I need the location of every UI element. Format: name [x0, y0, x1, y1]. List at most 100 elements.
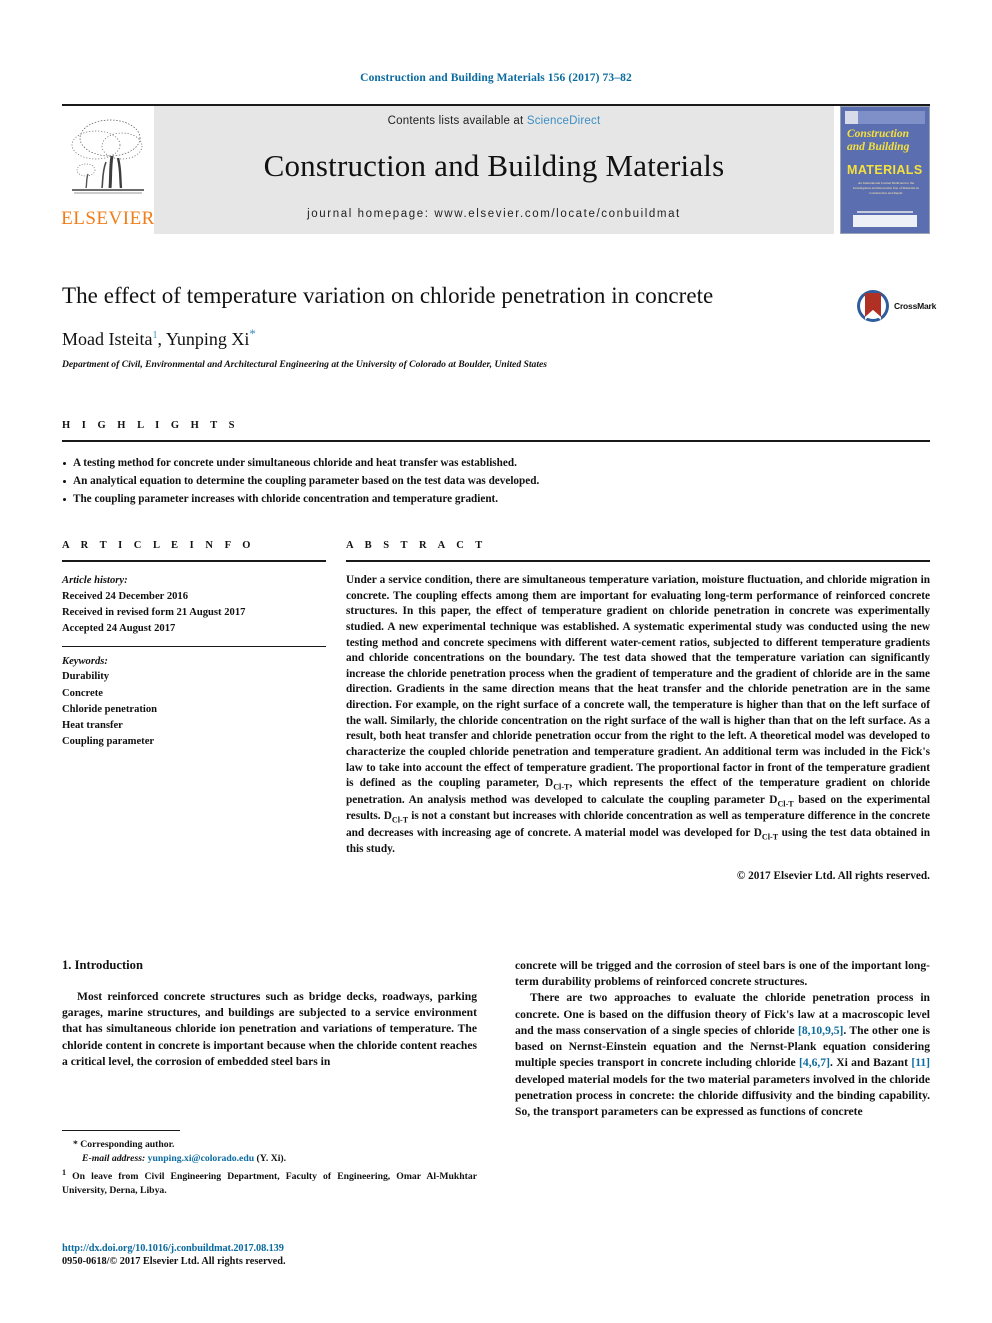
keyword-item: Durability — [62, 671, 110, 683]
contents-prefix: Contents lists available at — [387, 115, 527, 127]
cover-blurb: An International Journal Dedicated to th… — [853, 181, 919, 195]
crossmark-badge[interactable]: CrossMark — [856, 288, 940, 324]
crossmark-icon — [857, 290, 889, 322]
abstract-copyright: © 2017 Elsevier Ltd. All rights reserved… — [736, 870, 930, 883]
author-name-2: Yunping Xi — [165, 328, 250, 349]
keywords-list: Durability Concrete Chloride penetration… — [62, 669, 326, 749]
history-accepted: Accepted 24 August 2017 — [62, 622, 176, 634]
journal-title: Construction and Building Materials — [263, 148, 725, 183]
highlights-section: H I G H L I G H T S A testing method for… — [62, 420, 930, 508]
elsevier-logo: ELSEVIER — [61, 106, 155, 234]
journal-masthead: ELSEVIER Contents lists available at Sci… — [61, 104, 930, 234]
symbol-subscript: Cl-T — [777, 799, 794, 809]
history-received: Received 24 December 2016 — [62, 590, 189, 602]
keyword-item: Heat transfer — [62, 719, 123, 731]
journal-homepage-link[interactable]: journal homepage: www.elsevier.com/locat… — [307, 208, 681, 220]
cover-divider — [857, 211, 913, 213]
list-item: An analytical equation to determine the … — [62, 472, 930, 490]
symbol-base: D — [383, 810, 392, 823]
footnote-note-1: 1 On leave from Civil Engineering Depart… — [62, 1167, 477, 1199]
running-head: Construction and Building Materials 156 … — [360, 72, 632, 84]
journal-article-page: Construction and Building Materials 156 … — [0, 0, 992, 1323]
footnotes-block: * Corresponding author. E-mail address: … — [62, 1130, 477, 1199]
author-list: Moad Isteita1, Yunping Xi* — [62, 326, 930, 350]
journal-cover-thumbnail[interactable]: Construction and Building MATERIALS An I… — [840, 106, 930, 234]
journal-banner: Contents lists available at ScienceDirec… — [154, 106, 834, 234]
keyword-item: Chloride penetration — [62, 703, 158, 715]
keywords-label: Keywords: — [62, 655, 108, 667]
footnote-1-text: On leave from Civil Engineering Departme… — [62, 1170, 478, 1197]
issn-copyright-line: 0950-0618/© 2017 Elsevier Ltd. All right… — [62, 1256, 286, 1267]
cover-elsevier-mark — [845, 111, 858, 124]
corresponding-author-marker[interactable]: * — [249, 326, 256, 341]
list-item: A testing method for concrete under simu… — [62, 454, 930, 472]
symbol-subscript: Cl-T — [553, 782, 570, 792]
symbol-subscript: Cl-T — [761, 832, 779, 842]
footnote-1-marker: 1 — [62, 1167, 67, 1177]
symbol-base: D — [545, 777, 554, 790]
affiliation: Department of Civil, Environmental and A… — [62, 358, 547, 370]
citation-link[interactable]: [8,10,9,5] — [798, 1024, 843, 1037]
cover-title: Construction and Building — [845, 128, 925, 154]
highlights-heading: H I G H L I G H T S — [62, 420, 240, 431]
paragraph: Most reinforced concrete structures such… — [62, 990, 477, 1068]
article-history-label: Article history: — [62, 575, 128, 586]
cover-footer-bar — [853, 215, 917, 227]
section-heading-introduction: 1. Introduction — [62, 958, 143, 972]
highlights-list: A testing method for concrete under simu… — [62, 454, 930, 508]
footnote-email-line: E-mail address: yunping.xi@colorado.edu … — [62, 1152, 477, 1166]
cover-title-line1: Construction — [847, 128, 909, 140]
keywords-block: Keywords: Durability Concrete Chloride p… — [62, 645, 326, 750]
email-link[interactable]: yunping.xi@colorado.edu — [148, 1153, 254, 1164]
crossmark-label: CrossMark — [894, 301, 937, 311]
symbol-subscript: Cl-T — [391, 815, 409, 825]
keywords-divider — [62, 645, 326, 647]
abstract-section: A B S T R A C T Under a service conditio… — [326, 540, 930, 882]
abstract-part-1: Under a service condition, there are sim… — [346, 574, 930, 790]
email-label: E-mail address: — [82, 1153, 146, 1165]
footnote-divider — [62, 1130, 180, 1131]
cover-title-line3: MATERIALS — [847, 163, 923, 177]
elsevier-wordmark: ELSEVIER — [61, 208, 155, 229]
paragraph: There are two approaches to evaluate the… — [515, 990, 930, 1120]
symbol-base: D — [753, 826, 762, 839]
page-footer: http://dx.doi.org/10.1016/j.conbuildmat.… — [62, 1243, 562, 1267]
coupling-symbol: DCl-T — [753, 826, 779, 842]
info-abstract-row: A R T I C L E I N F O Article history: R… — [62, 540, 930, 882]
body-column-right: concrete will be trigged and the corrosi… — [515, 958, 930, 1120]
list-item: The coupling parameter increases with ch… — [62, 490, 930, 508]
highlights-divider — [62, 440, 930, 442]
paragraph-part: developed material models for the two ma… — [515, 1072, 930, 1118]
article-history-block: Article history: Received 24 December 20… — [62, 573, 326, 637]
citation-link[interactable]: [4,6,7] — [799, 1056, 830, 1069]
coupling-symbol: DCl-T — [383, 810, 409, 825]
page-title: The effect of temperature variation on c… — [62, 283, 714, 308]
cover-title-line2: and Building — [847, 140, 910, 153]
elsevier-tree-icon — [71, 119, 144, 194]
paragraph: concrete will be trigged and the corrosi… — [515, 959, 930, 989]
coupling-symbol: DCl-T — [545, 777, 570, 792]
author-name-1: Moad Isteita — [62, 328, 153, 349]
article-info-heading: A R T I C L E I N F O — [62, 540, 255, 551]
keyword-item: Coupling parameter — [62, 735, 155, 747]
keyword-item: Concrete — [62, 687, 103, 699]
doi-link[interactable]: http://dx.doi.org/10.1016/j.conbuildmat.… — [62, 1243, 562, 1254]
body-column-left: 1. Introduction Most reinforced concrete… — [62, 958, 477, 1120]
email-suffix: (Y. Xi). — [256, 1153, 287, 1165]
history-revised: Received in revised form 21 August 2017 — [62, 606, 246, 618]
abstract-text: Under a service condition, there are sim… — [346, 573, 930, 858]
coupling-symbol: DCl-T — [769, 794, 794, 809]
footnote-corresponding-text: * Corresponding author. — [73, 1139, 175, 1150]
title-block: The effect of temperature variation on c… — [62, 282, 930, 370]
author-separator: , — [157, 328, 166, 349]
body-columns: 1. Introduction Most reinforced concrete… — [62, 958, 930, 1120]
citation-link[interactable]: [11] — [911, 1056, 930, 1069]
article-info-section: A R T I C L E I N F O Article history: R… — [62, 540, 326, 882]
paragraph-part: . Xi and Bazant — [829, 1056, 912, 1070]
article-info-divider — [62, 560, 326, 562]
abstract-heading: A B S T R A C T — [346, 540, 487, 551]
contents-available-line: Contents lists available at ScienceDirec… — [388, 115, 601, 127]
footnote-corresponding: * Corresponding author. E-mail address: … — [62, 1138, 477, 1199]
sciencedirect-link[interactable]: ScienceDirect — [527, 115, 601, 127]
abstract-divider — [346, 560, 930, 562]
